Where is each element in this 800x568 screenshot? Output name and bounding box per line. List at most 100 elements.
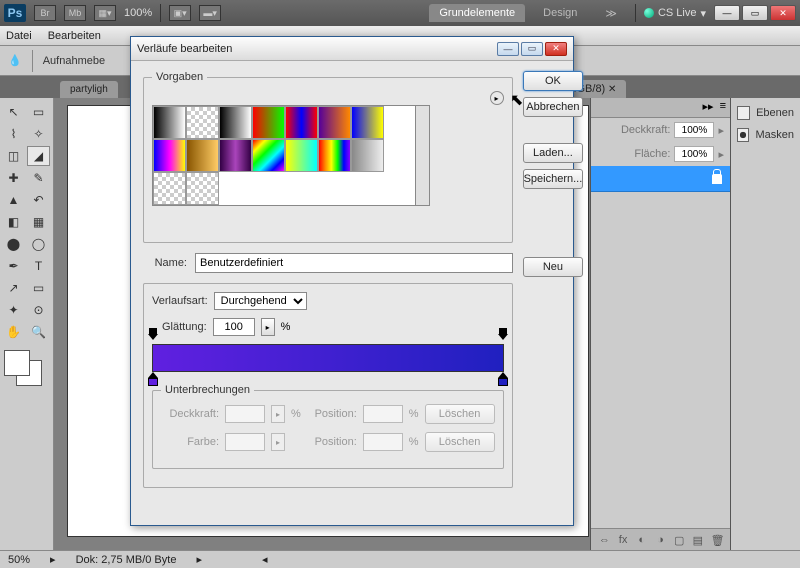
eraser-tool[interactable]: ◧ <box>2 212 25 232</box>
opacity-input[interactable] <box>674 122 714 138</box>
document-tab[interactable]: partyligh <box>60 81 118 98</box>
preset-swatch[interactable] <box>318 139 351 172</box>
hand-tool[interactable]: ✋ <box>2 322 25 342</box>
workspace-tab-elements[interactable]: Grundelemente <box>429 4 525 22</box>
ok-button[interactable]: OK <box>523 71 584 91</box>
history-tool[interactable]: ↶ <box>27 190 50 210</box>
mask-icon[interactable]: ◐ <box>636 534 648 546</box>
new-button[interactable]: Neu <box>523 257 584 277</box>
folder-icon[interactable]: ▢ <box>673 534 685 546</box>
chevron-right-icon[interactable]: ▸ <box>196 553 202 566</box>
chevron-right-icon[interactable]: ▸ <box>50 553 56 566</box>
presets-menu-button[interactable]: ▸ <box>490 91 504 105</box>
masks-panel-button[interactable]: Masken <box>731 124 800 146</box>
dialog-maximize-button[interactable]: ▭ <box>521 42 543 56</box>
maximize-button[interactable]: ▭ <box>742 5 768 21</box>
menu-file[interactable]: Datei <box>6 30 32 42</box>
preset-swatch[interactable] <box>351 106 384 139</box>
preset-swatch[interactable] <box>252 139 285 172</box>
path-tool[interactable]: ↗ <box>2 278 25 298</box>
foreground-swatch[interactable] <box>4 350 30 376</box>
move-tool[interactable]: ↖ <box>2 102 25 122</box>
heal-tool[interactable]: ✚ <box>2 168 25 188</box>
scroll-left-icon[interactable]: ◂ <box>262 553 268 566</box>
new-icon[interactable]: ▤ <box>692 534 704 546</box>
zoom-level[interactable]: 100% <box>124 7 152 19</box>
br-button[interactable]: Br <box>34 5 56 21</box>
type-select[interactable]: Durchgehend <box>214 292 307 310</box>
layer-row[interactable] <box>591 166 730 192</box>
color-swatches[interactable] <box>2 350 50 390</box>
panel-menu-icon[interactable]: ≡ <box>720 100 726 115</box>
lasso-tool[interactable]: ⌇ <box>2 124 25 144</box>
close-button[interactable]: ✕ <box>770 5 796 21</box>
preset-scrollbar[interactable] <box>416 105 430 206</box>
dialog-minimize-button[interactable]: — <box>497 42 519 56</box>
view-b-button[interactable]: ▬▾ <box>199 5 221 21</box>
trash-icon[interactable]: 🗑 <box>711 534 723 546</box>
cancel-button[interactable]: Abbrechen <box>523 97 584 117</box>
camera-tool[interactable]: ⊙ <box>27 300 50 320</box>
minimize-button[interactable]: — <box>714 5 740 21</box>
preset-swatch[interactable] <box>219 106 252 139</box>
chevron-icon[interactable]: ▸ <box>718 124 724 137</box>
stamp-tool[interactable]: ▲ <box>2 190 25 210</box>
color-stop-left[interactable] <box>148 372 158 384</box>
workspace-tab-design[interactable]: Design <box>533 4 587 22</box>
arrange-button[interactable]: ▦▾ <box>94 5 116 21</box>
gradient-tool[interactable]: ▦ <box>27 212 50 232</box>
preset-swatch[interactable] <box>153 106 186 139</box>
adjust-icon[interactable]: ◑ <box>654 534 666 546</box>
preset-swatch[interactable] <box>219 139 252 172</box>
preset-swatch[interactable] <box>153 172 186 205</box>
zoom-tool[interactable]: 🔍 <box>27 322 50 342</box>
preset-swatch[interactable] <box>285 139 318 172</box>
fill-input[interactable] <box>674 146 714 162</box>
dodge-tool[interactable]: ◯ <box>27 234 50 254</box>
preset-swatch[interactable] <box>318 106 351 139</box>
load-button[interactable]: Laden... <box>523 143 584 163</box>
brush-tool[interactable]: ✎ <box>27 168 50 188</box>
marquee-tool[interactable]: ▭ <box>27 102 50 122</box>
save-button[interactable]: Speichern... <box>523 169 584 189</box>
preset-swatch[interactable] <box>186 106 219 139</box>
view-a-button[interactable]: ▣▾ <box>169 5 191 21</box>
smooth-stepper[interactable]: ▸ <box>261 318 275 336</box>
cs-live-button[interactable]: CS Live▾ <box>644 7 706 20</box>
preset-swatch[interactable] <box>153 139 186 172</box>
chevron-right-icon[interactable]: ▸▸ <box>703 100 714 115</box>
preset-swatch[interactable] <box>285 106 318 139</box>
eyedropper-tool[interactable]: ◢ <box>27 146 50 166</box>
opacity-stop-right[interactable] <box>498 334 508 346</box>
break-opacity-label: Deckkraft: <box>161 408 219 420</box>
link-icon[interactable]: ⇔ <box>598 534 610 546</box>
workspace-more[interactable]: ≫ <box>595 4 627 23</box>
gradient-bar[interactable] <box>152 344 504 372</box>
preset-swatch[interactable] <box>186 139 219 172</box>
dialog-titlebar[interactable]: Verläufe bearbeiten — ▭ ✕ <box>131 37 573 61</box>
menu-edit[interactable]: Bearbeiten <box>48 30 101 42</box>
color-stop-right[interactable] <box>498 372 508 384</box>
layers-panel-button[interactable]: Ebenen <box>731 102 800 124</box>
preset-grid <box>152 105 416 206</box>
mb-button[interactable]: Mb <box>64 5 86 21</box>
status-zoom[interactable]: 50% <box>8 554 30 566</box>
pen-tool[interactable]: ✒ <box>2 256 25 276</box>
gradient-bar-editor[interactable] <box>152 344 504 372</box>
preset-swatch[interactable] <box>186 172 219 205</box>
dialog-close-button[interactable]: ✕ <box>545 42 567 56</box>
preset-swatch[interactable] <box>351 139 384 172</box>
3d-tool[interactable]: ✦ <box>2 300 25 320</box>
blur-tool[interactable]: ⬤ <box>2 234 25 254</box>
opacity-stop-left[interactable] <box>148 334 158 346</box>
type-tool[interactable]: T <box>27 256 50 276</box>
preset-swatch[interactable] <box>252 106 285 139</box>
panel-header[interactable]: ▸▸ ≡ <box>591 98 730 118</box>
fx-icon[interactable]: fx <box>617 534 629 546</box>
shape-tool[interactable]: ▭ <box>27 278 50 298</box>
name-input[interactable] <box>195 253 513 273</box>
smooth-input[interactable] <box>213 318 255 336</box>
wand-tool[interactable]: ✧ <box>27 124 50 144</box>
crop-tool[interactable]: ◫ <box>2 146 25 166</box>
chevron-icon[interactable]: ▸ <box>718 148 724 161</box>
